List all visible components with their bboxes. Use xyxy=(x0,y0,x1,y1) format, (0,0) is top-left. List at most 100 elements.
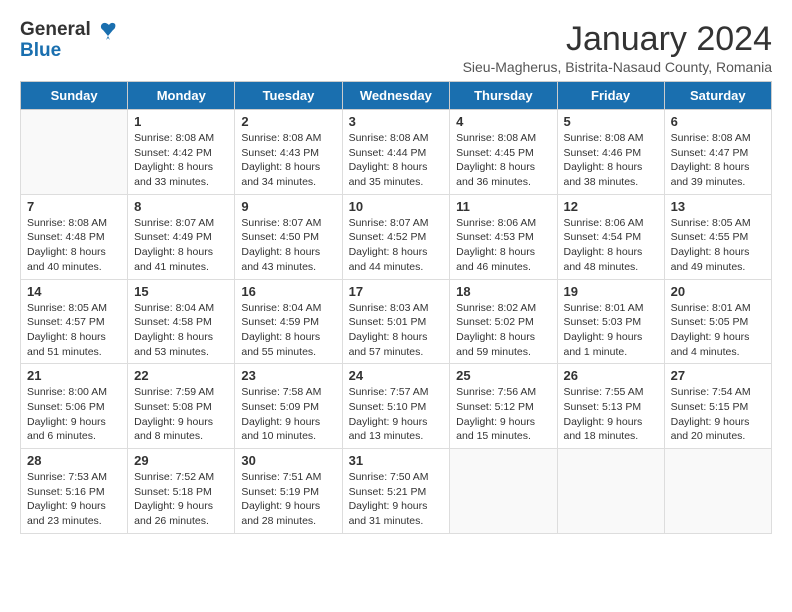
day-number: 30 xyxy=(241,453,335,468)
logo-blue-line: Blue xyxy=(20,41,119,62)
weekday-header-sunday: Sunday xyxy=(21,82,128,110)
day-number: 8 xyxy=(134,199,228,214)
day-number: 15 xyxy=(134,284,228,299)
day-info: Sunrise: 7:51 AM Sunset: 5:19 PM Dayligh… xyxy=(241,470,335,529)
day-number: 21 xyxy=(27,368,121,383)
day-info: Sunrise: 8:08 AM Sunset: 4:44 PM Dayligh… xyxy=(349,131,444,190)
weekday-header-row: SundayMondayTuesdayWednesdayThursdayFrid… xyxy=(21,82,772,110)
day-info: Sunrise: 8:07 AM Sunset: 4:52 PM Dayligh… xyxy=(349,216,444,275)
calendar-cell: 8Sunrise: 8:07 AM Sunset: 4:49 PM Daylig… xyxy=(128,194,235,279)
calendar-cell: 17 Sunrise: 8:03 AM Sunset: 5:01 PM Dayli… xyxy=(342,279,450,364)
day-number: 29 xyxy=(134,453,228,468)
day-info: Sunrise: 8:08 AM Sunset: 4:45 PM Dayligh… xyxy=(456,131,550,190)
day-number: 18 xyxy=(456,284,550,299)
day-info: Sunrise: 8:08 AM Sunset: 4:48 PM Dayligh… xyxy=(27,216,121,275)
calendar-cell: 1 Sunrise: 8:08 AM Sunset: 4:42 PM Daylig… xyxy=(128,110,235,195)
calendar-cell: 14 Sunrise: 8:05 AM Sunset: 4:57 PM Dayli… xyxy=(21,279,128,364)
calendar-cell: 30 Sunrise: 7:51 AM Sunset: 5:19 PM Dayli… xyxy=(235,449,342,534)
logo-blue: Blue xyxy=(20,40,61,61)
calendar-cell xyxy=(664,449,771,534)
day-number: 14 xyxy=(27,284,121,299)
day-number: 10 xyxy=(349,199,444,214)
day-number: 9 xyxy=(241,199,335,214)
day-info: Sunrise: 8:08 AM Sunset: 4:46 PM Dayligh… xyxy=(564,131,658,190)
day-number: 17 xyxy=(349,284,444,299)
calendar-cell: 4 Sunrise: 8:08 AM Sunset: 4:45 PM Daylig… xyxy=(450,110,557,195)
calendar-cell: 28Sunrise: 7:53 AM Sunset: 5:16 PM Dayli… xyxy=(21,449,128,534)
calendar-cell: 7Sunrise: 8:08 AM Sunset: 4:48 PM Daylig… xyxy=(21,194,128,279)
calendar-header: SundayMondayTuesdayWednesdayThursdayFrid… xyxy=(21,82,772,110)
day-info: Sunrise: 8:00 AM Sunset: 5:06 PM Dayligh… xyxy=(27,385,121,444)
title-section: January 2024 Sieu-Magherus, Bistrita-Nas… xyxy=(463,20,772,75)
day-info: Sunrise: 7:56 AM Sunset: 5:12 PM Dayligh… xyxy=(456,385,550,444)
calendar-cell: 2 Sunrise: 8:08 AM Sunset: 4:43 PM Daylig… xyxy=(235,110,342,195)
day-info: Sunrise: 7:55 AM Sunset: 5:13 PM Dayligh… xyxy=(564,385,658,444)
day-info: Sunrise: 8:08 AM Sunset: 4:42 PM Dayligh… xyxy=(134,131,228,190)
day-number: 16 xyxy=(241,284,335,299)
day-info: Sunrise: 8:06 AM Sunset: 4:53 PM Dayligh… xyxy=(456,216,550,275)
day-number: 11 xyxy=(456,199,550,214)
calendar-cell: 19 Sunrise: 8:01 AM Sunset: 5:03 PM Dayli… xyxy=(557,279,664,364)
month-year-title: January 2024 xyxy=(463,20,772,59)
day-number: 31 xyxy=(349,453,444,468)
day-info: Sunrise: 7:58 AM Sunset: 5:09 PM Dayligh… xyxy=(241,385,335,444)
day-info: Sunrise: 8:06 AM Sunset: 4:54 PM Dayligh… xyxy=(564,216,658,275)
day-info: Sunrise: 7:57 AM Sunset: 5:10 PM Dayligh… xyxy=(349,385,444,444)
logo-line: General xyxy=(20,20,119,41)
day-info: Sunrise: 7:50 AM Sunset: 5:21 PM Dayligh… xyxy=(349,470,444,529)
calendar-cell: 18 Sunrise: 8:02 AM Sunset: 5:02 PM Dayli… xyxy=(450,279,557,364)
calendar-cell: 24 Sunrise: 7:57 AM Sunset: 5:10 PM Dayli… xyxy=(342,364,450,449)
day-number: 26 xyxy=(564,368,658,383)
calendar-cell: 23 Sunrise: 7:58 AM Sunset: 5:09 PM Dayli… xyxy=(235,364,342,449)
calendar-cell: 13Sunrise: 8:05 AM Sunset: 4:55 PM Dayli… xyxy=(664,194,771,279)
day-number: 1 xyxy=(134,114,228,129)
calendar-cell: 27Sunrise: 7:54 AM Sunset: 5:15 PM Dayli… xyxy=(664,364,771,449)
day-info: Sunrise: 8:01 AM Sunset: 5:05 PM Dayligh… xyxy=(671,301,765,360)
day-info: Sunrise: 8:08 AM Sunset: 4:43 PM Dayligh… xyxy=(241,131,335,190)
calendar-cell: 21 Sunrise: 8:00 AM Sunset: 5:06 PM Dayli… xyxy=(21,364,128,449)
day-info: Sunrise: 8:03 AM Sunset: 5:01 PM Dayligh… xyxy=(349,301,444,360)
day-info: Sunrise: 8:05 AM Sunset: 4:55 PM Dayligh… xyxy=(671,216,765,275)
calendar-cell: 25 Sunrise: 7:56 AM Sunset: 5:12 PM Dayli… xyxy=(450,364,557,449)
calendar-week-row: 21 Sunrise: 8:00 AM Sunset: 5:06 PM Dayli… xyxy=(21,364,772,449)
day-info: Sunrise: 7:54 AM Sunset: 5:15 PM Dayligh… xyxy=(671,385,765,444)
calendar-cell: 5 Sunrise: 8:08 AM Sunset: 4:46 PM Daylig… xyxy=(557,110,664,195)
logo: General Blue xyxy=(20,20,119,62)
weekday-header-friday: Friday xyxy=(557,82,664,110)
calendar-week-row: 1 Sunrise: 8:08 AM Sunset: 4:42 PM Daylig… xyxy=(21,110,772,195)
calendar-cell: 6Sunrise: 8:08 AM Sunset: 4:47 PM Daylig… xyxy=(664,110,771,195)
day-info: Sunrise: 8:04 AM Sunset: 4:58 PM Dayligh… xyxy=(134,301,228,360)
day-number: 20 xyxy=(671,284,765,299)
day-number: 24 xyxy=(349,368,444,383)
calendar-week-row: 28Sunrise: 7:53 AM Sunset: 5:16 PM Dayli… xyxy=(21,449,772,534)
day-number: 4 xyxy=(456,114,550,129)
day-number: 5 xyxy=(564,114,658,129)
calendar-cell: 15 Sunrise: 8:04 AM Sunset: 4:58 PM Dayli… xyxy=(128,279,235,364)
day-number: 2 xyxy=(241,114,335,129)
day-number: 19 xyxy=(564,284,658,299)
weekday-header-monday: Monday xyxy=(128,82,235,110)
day-number: 23 xyxy=(241,368,335,383)
day-number: 25 xyxy=(456,368,550,383)
day-info: Sunrise: 8:04 AM Sunset: 4:59 PM Dayligh… xyxy=(241,301,335,360)
calendar-cell: 26 Sunrise: 7:55 AM Sunset: 5:13 PM Dayli… xyxy=(557,364,664,449)
day-number: 3 xyxy=(349,114,444,129)
calendar-cell xyxy=(450,449,557,534)
logo-general: General xyxy=(20,19,91,40)
calendar-cell: 9Sunrise: 8:07 AM Sunset: 4:50 PM Daylig… xyxy=(235,194,342,279)
calendar-cell: 20 Sunrise: 8:01 AM Sunset: 5:05 PM Dayli… xyxy=(664,279,771,364)
location-subtitle: Sieu-Magherus, Bistrita-Nasaud County, R… xyxy=(463,59,772,75)
calendar-cell: 3 Sunrise: 8:08 AM Sunset: 4:44 PM Daylig… xyxy=(342,110,450,195)
calendar-cell: 29Sunrise: 7:52 AM Sunset: 5:18 PM Dayli… xyxy=(128,449,235,534)
weekday-header-saturday: Saturday xyxy=(664,82,771,110)
calendar-cell: 10 Sunrise: 8:07 AM Sunset: 4:52 PM Dayli… xyxy=(342,194,450,279)
day-info: Sunrise: 8:05 AM Sunset: 4:57 PM Dayligh… xyxy=(27,301,121,360)
header: General Blue January 2024 Sieu-Magherus,… xyxy=(20,20,772,75)
day-number: 22 xyxy=(134,368,228,383)
calendar-cell: 22Sunrise: 7:59 AM Sunset: 5:08 PM Dayli… xyxy=(128,364,235,449)
day-info: Sunrise: 8:02 AM Sunset: 5:02 PM Dayligh… xyxy=(456,301,550,360)
calendar-week-row: 7Sunrise: 8:08 AM Sunset: 4:48 PM Daylig… xyxy=(21,194,772,279)
day-info: Sunrise: 8:01 AM Sunset: 5:03 PM Dayligh… xyxy=(564,301,658,360)
day-number: 28 xyxy=(27,453,121,468)
logo-bird-icon xyxy=(97,22,119,40)
